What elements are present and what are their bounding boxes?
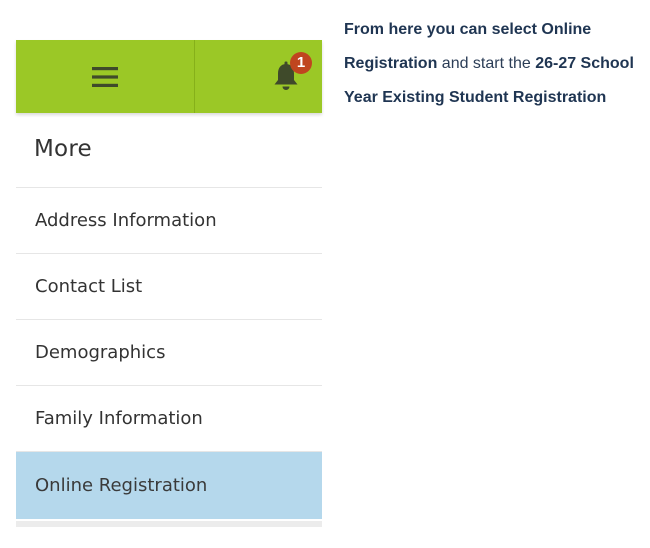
more-menu-list: Address Information Contact List Demogra… xyxy=(16,187,322,519)
instruction-plain: and start the xyxy=(437,55,536,72)
instruction-text: From here you can select Online Registra… xyxy=(344,13,634,115)
page-title: More xyxy=(34,136,92,162)
notification-badge: 1 xyxy=(290,51,312,74)
mobile-app-panel: 1 More Address Information Contact List … xyxy=(16,40,322,528)
top-navigation-bar: 1 xyxy=(16,40,322,113)
next-item-edge xyxy=(16,521,322,527)
menu-item-demographics[interactable]: Demographics xyxy=(16,320,322,386)
menu-item-online-registration[interactable]: Online Registration xyxy=(16,452,322,519)
menu-item-contact-list[interactable]: Contact List xyxy=(16,254,322,320)
menu-item-address-information[interactable]: Address Information xyxy=(16,188,322,254)
bell-container: 1 xyxy=(271,51,312,95)
menu-item-label: Address Information xyxy=(35,210,217,231)
menu-item-label: Demographics xyxy=(35,342,166,363)
hamburger-menu-icon xyxy=(92,66,118,87)
notifications-button[interactable]: 1 xyxy=(195,40,322,113)
screenshot-root: 1 More Address Information Contact List … xyxy=(0,0,650,548)
menu-item-label: Family Information xyxy=(35,408,203,429)
menu-button[interactable] xyxy=(16,40,195,113)
menu-item-label: Online Registration xyxy=(35,475,208,496)
menu-item-family-information[interactable]: Family Information xyxy=(16,386,322,452)
menu-item-label: Contact List xyxy=(35,276,143,297)
